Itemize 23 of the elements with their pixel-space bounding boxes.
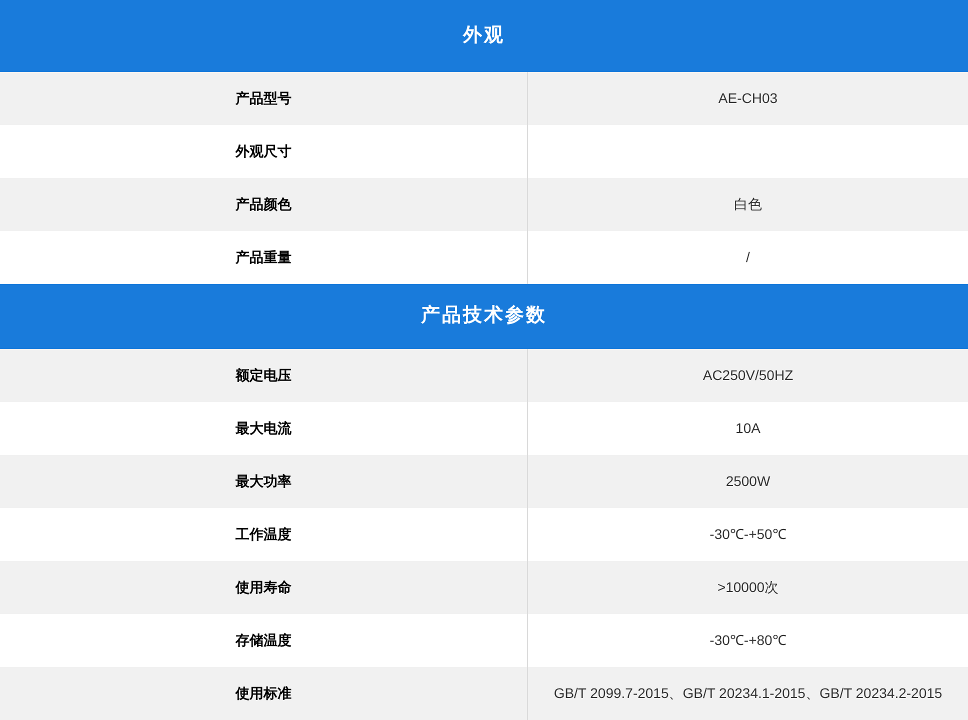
- section-header: 产品技术参数: [0, 284, 968, 349]
- spec-label: 产品型号: [236, 89, 292, 108]
- spec-value: GB/T 2099.7-2015、GB/T 20234.1-2015、GB/T 20234.2-2015: [554, 684, 942, 703]
- spec-label: 存储温度: [236, 631, 292, 650]
- spec-value: -30℃-+80℃: [710, 631, 786, 650]
- section-header: 外观: [0, 0, 968, 72]
- spec-value: AC250V/50HZ: [702, 366, 794, 385]
- spec-label: 工作温度: [236, 525, 292, 544]
- spec-label: 外观尺寸: [236, 142, 292, 161]
- spec-value: -30℃-+50℃: [710, 525, 786, 544]
- spec-label: 额定电压: [236, 366, 292, 385]
- spec-label: 使用标准: [236, 684, 292, 703]
- spec-value: >10000次: [717, 578, 779, 597]
- spec-label: 产品颜色: [236, 195, 292, 214]
- spec-label: 产品重量: [236, 248, 292, 267]
- spec-value: 10A: [736, 419, 760, 438]
- spec-value: AE-CH03: [718, 89, 778, 108]
- spec-value: 2500W: [726, 472, 770, 491]
- spec-label: 最大功率: [236, 472, 292, 491]
- spec-label: 使用寿命: [236, 578, 292, 597]
- spec-label: 最大电流: [236, 419, 292, 438]
- spec-value: /: [746, 248, 750, 267]
- spec-value: 白色: [734, 195, 762, 214]
